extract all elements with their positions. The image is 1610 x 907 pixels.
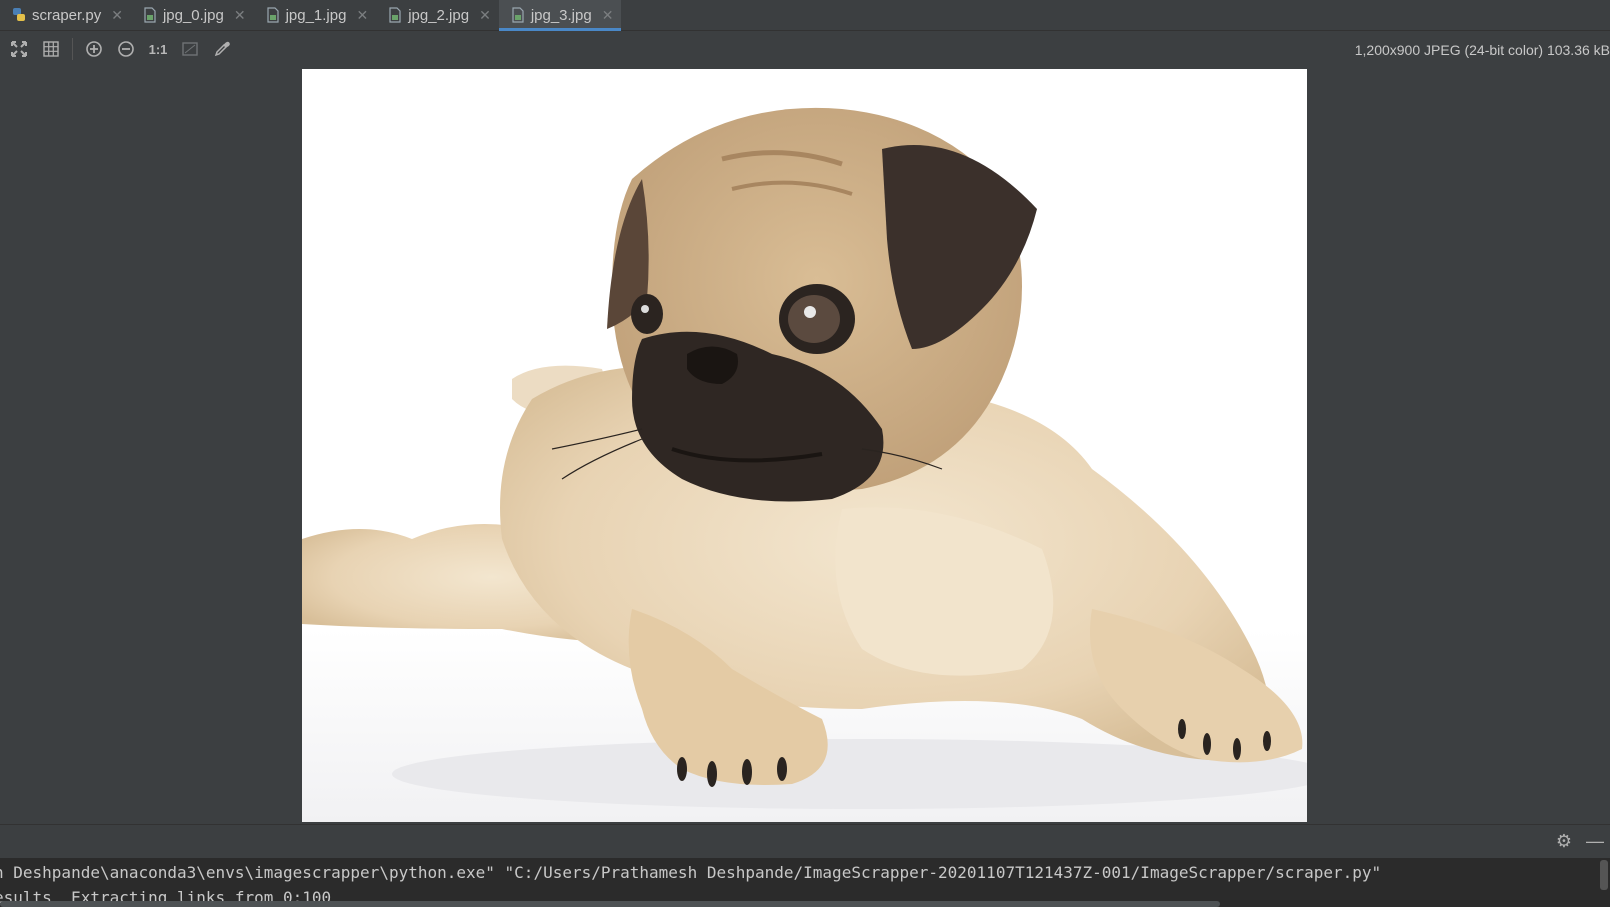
tab-jpg-0[interactable]: jpg_0.jpg ✕ — [131, 0, 254, 30]
eyedropper-icon — [214, 41, 230, 57]
editor-tab-bar: scraper.py ✕ jpg_0.jpg ✕ jpg_1.jpg ✕ jpg… — [0, 0, 1610, 31]
image-file-icon — [266, 7, 279, 23]
tab-label: jpg_0.jpg — [162, 6, 224, 24]
image-file-icon — [512, 7, 524, 23]
tab-scraper-py[interactable]: scraper.py ✕ — [0, 0, 131, 30]
color-picker-button[interactable] — [211, 38, 233, 60]
image-viewer — [0, 67, 1610, 824]
run-panel-header: ⚙ — — [0, 824, 1610, 858]
toggle-grid-button[interactable] — [40, 38, 62, 60]
close-icon[interactable]: ✕ — [111, 7, 123, 24]
tab-label: jpg_2.jpg — [408, 6, 470, 24]
pug-puppy-image — [302, 69, 1307, 822]
image-info-label: 1,200x900 JPEG (24-bit color) 103.36 kB — [1354, 42, 1610, 58]
console-line: h Deshpande\anaconda3\envs\imagescrapper… — [0, 863, 1382, 882]
horizontal-scrollbar[interactable] — [0, 901, 1220, 907]
settings-gear-icon[interactable]: ⚙ — [1556, 831, 1572, 851]
fit-to-screen-button[interactable] — [8, 38, 30, 60]
tab-jpg-3[interactable]: jpg_3.jpg ✕ — [498, 0, 622, 31]
image-canvas[interactable] — [302, 69, 1307, 822]
tab-label: jpg_3.jpg — [530, 6, 592, 24]
zoom-out-icon — [118, 41, 134, 57]
grid-icon — [43, 41, 59, 57]
python-file-icon — [13, 8, 25, 21]
image-file-icon — [144, 7, 156, 23]
close-icon[interactable]: ✕ — [602, 7, 614, 24]
close-icon[interactable]: ✕ — [356, 7, 368, 24]
zoom-in-button[interactable] — [83, 38, 105, 60]
fit-to-screen-icon — [11, 41, 27, 57]
toolbar-separator — [72, 38, 73, 60]
close-icon[interactable]: ✕ — [234, 7, 246, 24]
minimize-icon[interactable]: — — [1586, 831, 1604, 851]
close-icon[interactable]: ✕ — [479, 7, 491, 24]
fit-zoom-icon — [182, 42, 198, 56]
actual-size-button[interactable]: 1:1 — [147, 38, 169, 60]
run-console[interactable]: h Deshpande\anaconda3\envs\imagescrapper… — [0, 858, 1610, 907]
zoom-in-icon — [86, 41, 102, 57]
tab-jpg-2[interactable]: jpg_2.jpg ✕ — [376, 0, 499, 30]
zoom-out-button[interactable] — [115, 38, 137, 60]
fit-zoom-button[interactable] — [179, 38, 201, 60]
tab-label: scraper.py — [32, 6, 102, 24]
tab-jpg-1[interactable]: jpg_1.jpg ✕ — [254, 0, 377, 30]
tab-label: jpg_1.jpg — [285, 6, 347, 24]
image-file-icon — [389, 7, 401, 23]
vertical-scrollbar[interactable] — [1600, 860, 1608, 890]
